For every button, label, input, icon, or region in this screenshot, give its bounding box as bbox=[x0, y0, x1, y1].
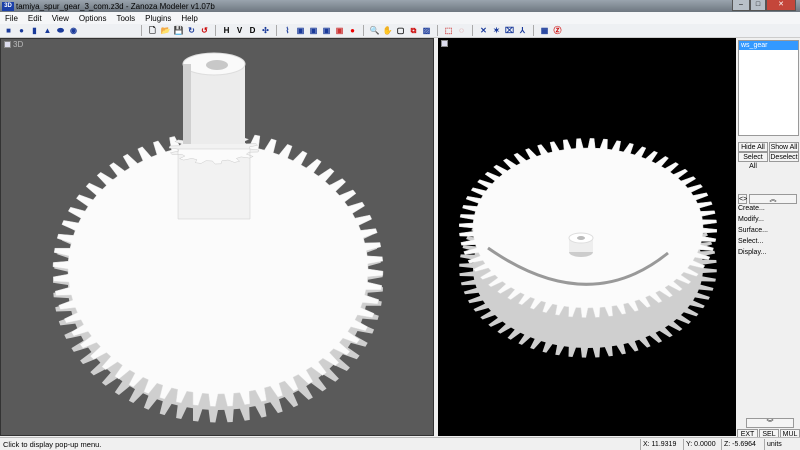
axis-icon[interactable]: ✣ bbox=[260, 25, 271, 36]
menu-file[interactable]: File bbox=[0, 14, 23, 23]
view-d-button[interactable]: D bbox=[247, 25, 258, 36]
viewport-menu-icon[interactable] bbox=[441, 40, 448, 47]
view-fit-icon[interactable]: ⧉ bbox=[408, 25, 419, 36]
maximize-button[interactable]: □ bbox=[750, 0, 766, 11]
path-icon[interactable]: ⌇ bbox=[282, 25, 293, 36]
panel-toggle-button[interactable]: <> bbox=[738, 194, 747, 204]
select-all-button[interactable]: Select All bbox=[738, 152, 768, 170]
torus-primitive-icon[interactable]: ◉ bbox=[68, 25, 79, 36]
menu-help[interactable]: Help bbox=[176, 14, 202, 23]
create-command[interactable]: Create... bbox=[738, 205, 765, 212]
show-all-button[interactable]: Show All bbox=[769, 142, 799, 152]
box-primitive-icon[interactable]: ■ bbox=[3, 25, 14, 36]
pinion bbox=[168, 52, 260, 220]
viewport-menu-icon[interactable] bbox=[4, 41, 11, 48]
hide-all-button[interactable]: Hide All bbox=[738, 142, 768, 152]
toolbar: ■ ● ▮ ▲ ⬬ ◉ 🗋 📂 💾 ↻ ↺ H V D ✣ ⌇ ▣ ▣ ▣ ▣ … bbox=[0, 24, 800, 38]
cube-view-4-icon[interactable]: ▣ bbox=[334, 25, 345, 36]
select-rect-icon[interactable]: ⬚ bbox=[443, 25, 454, 36]
transform-star-icon[interactable]: ✶ bbox=[491, 25, 502, 36]
z-coordinate: Z: -5.6964 bbox=[721, 439, 763, 450]
view-h-button[interactable]: H bbox=[221, 25, 232, 36]
transform-y-icon[interactable]: ⅄ bbox=[517, 25, 528, 36]
gear-side-render bbox=[458, 138, 718, 358]
close-button[interactable]: ✕ bbox=[766, 0, 796, 11]
select-circle-icon[interactable]: ◌ bbox=[456, 25, 467, 36]
expand-down-button[interactable]: ︾ bbox=[746, 418, 794, 428]
units-label: units bbox=[764, 439, 800, 450]
sphere-primitive-icon[interactable]: ● bbox=[16, 25, 27, 36]
menu-view[interactable]: View bbox=[47, 14, 74, 23]
cube-view-icon[interactable]: ▣ bbox=[295, 25, 306, 36]
viewport-3d[interactable]: 3D bbox=[0, 38, 434, 436]
window-title: tamiya_spur_gear_3_com.z3d - Zanoza Mode… bbox=[16, 1, 215, 11]
disc-primitive-icon[interactable]: ⬬ bbox=[55, 25, 66, 36]
plugin-icon[interactable]: ▦ bbox=[539, 25, 550, 36]
cylinder-primitive-icon[interactable]: ▮ bbox=[29, 25, 40, 36]
large-gear-render bbox=[52, 52, 384, 423]
menu-plugins[interactable]: Plugins bbox=[140, 14, 176, 23]
transform-box-icon[interactable]: ⌧ bbox=[504, 25, 515, 36]
deselect-button[interactable]: Deselect bbox=[769, 152, 799, 162]
app-logo: 3D bbox=[2, 1, 14, 11]
viewport-label: 3D bbox=[13, 40, 24, 49]
minimize-button[interactable]: – bbox=[732, 0, 750, 11]
y-coordinate: Y: 0.0000 bbox=[683, 439, 720, 450]
cube-view-2-icon[interactable]: ▣ bbox=[308, 25, 319, 36]
object-list[interactable]: ws_gear bbox=[738, 40, 799, 136]
menu-edit[interactable]: Edit bbox=[23, 14, 47, 23]
status-message: Click to display pop-up menu. bbox=[3, 440, 102, 449]
status-bar: Click to display pop-up menu. X: 11.9319… bbox=[0, 437, 800, 450]
side-panel: ws_gear Hide All Show All Select All Des… bbox=[736, 38, 800, 439]
pan-hand-icon[interactable]: ✋ bbox=[382, 25, 393, 36]
texture-icon[interactable]: ▨ bbox=[421, 25, 432, 36]
new-file-icon[interactable]: 🗋 bbox=[147, 25, 158, 36]
view-v-button[interactable]: V bbox=[234, 25, 245, 36]
zoom-icon[interactable]: 🔍 bbox=[369, 25, 380, 36]
undo-icon[interactable]: ↺ bbox=[199, 25, 210, 36]
wireframe-cube-icon[interactable]: ▢ bbox=[395, 25, 406, 36]
title-bar: 3D tamiya_spur_gear_3_com.z3d - Zanoza M… bbox=[0, 0, 800, 12]
redo-icon[interactable]: ↻ bbox=[186, 25, 197, 36]
transform-x-icon[interactable]: ✕ bbox=[478, 25, 489, 36]
menu-bar: File Edit View Options Tools Plugins Hel… bbox=[0, 12, 800, 24]
cube-view-3-icon[interactable]: ▣ bbox=[321, 25, 332, 36]
zanoza-logo-icon[interactable]: Ⓩ bbox=[552, 25, 563, 36]
menu-tools[interactable]: Tools bbox=[111, 14, 140, 23]
select-command[interactable]: Select... bbox=[738, 238, 763, 245]
collapse-up-button[interactable]: ︽ bbox=[749, 194, 797, 204]
modify-command[interactable]: Modify... bbox=[738, 216, 764, 223]
cone-primitive-icon[interactable]: ▲ bbox=[42, 25, 53, 36]
open-file-icon[interactable]: 📂 bbox=[160, 25, 171, 36]
menu-options[interactable]: Options bbox=[74, 14, 112, 23]
x-coordinate: X: 11.9319 bbox=[640, 439, 682, 450]
render-sphere-icon[interactable]: ● bbox=[347, 25, 358, 36]
object-item[interactable]: ws_gear bbox=[739, 41, 798, 50]
viewport-perspective[interactable] bbox=[438, 38, 736, 436]
surface-command[interactable]: Surface... bbox=[738, 227, 768, 234]
save-icon[interactable]: 💾 bbox=[173, 25, 184, 36]
display-command[interactable]: Display... bbox=[738, 249, 766, 256]
